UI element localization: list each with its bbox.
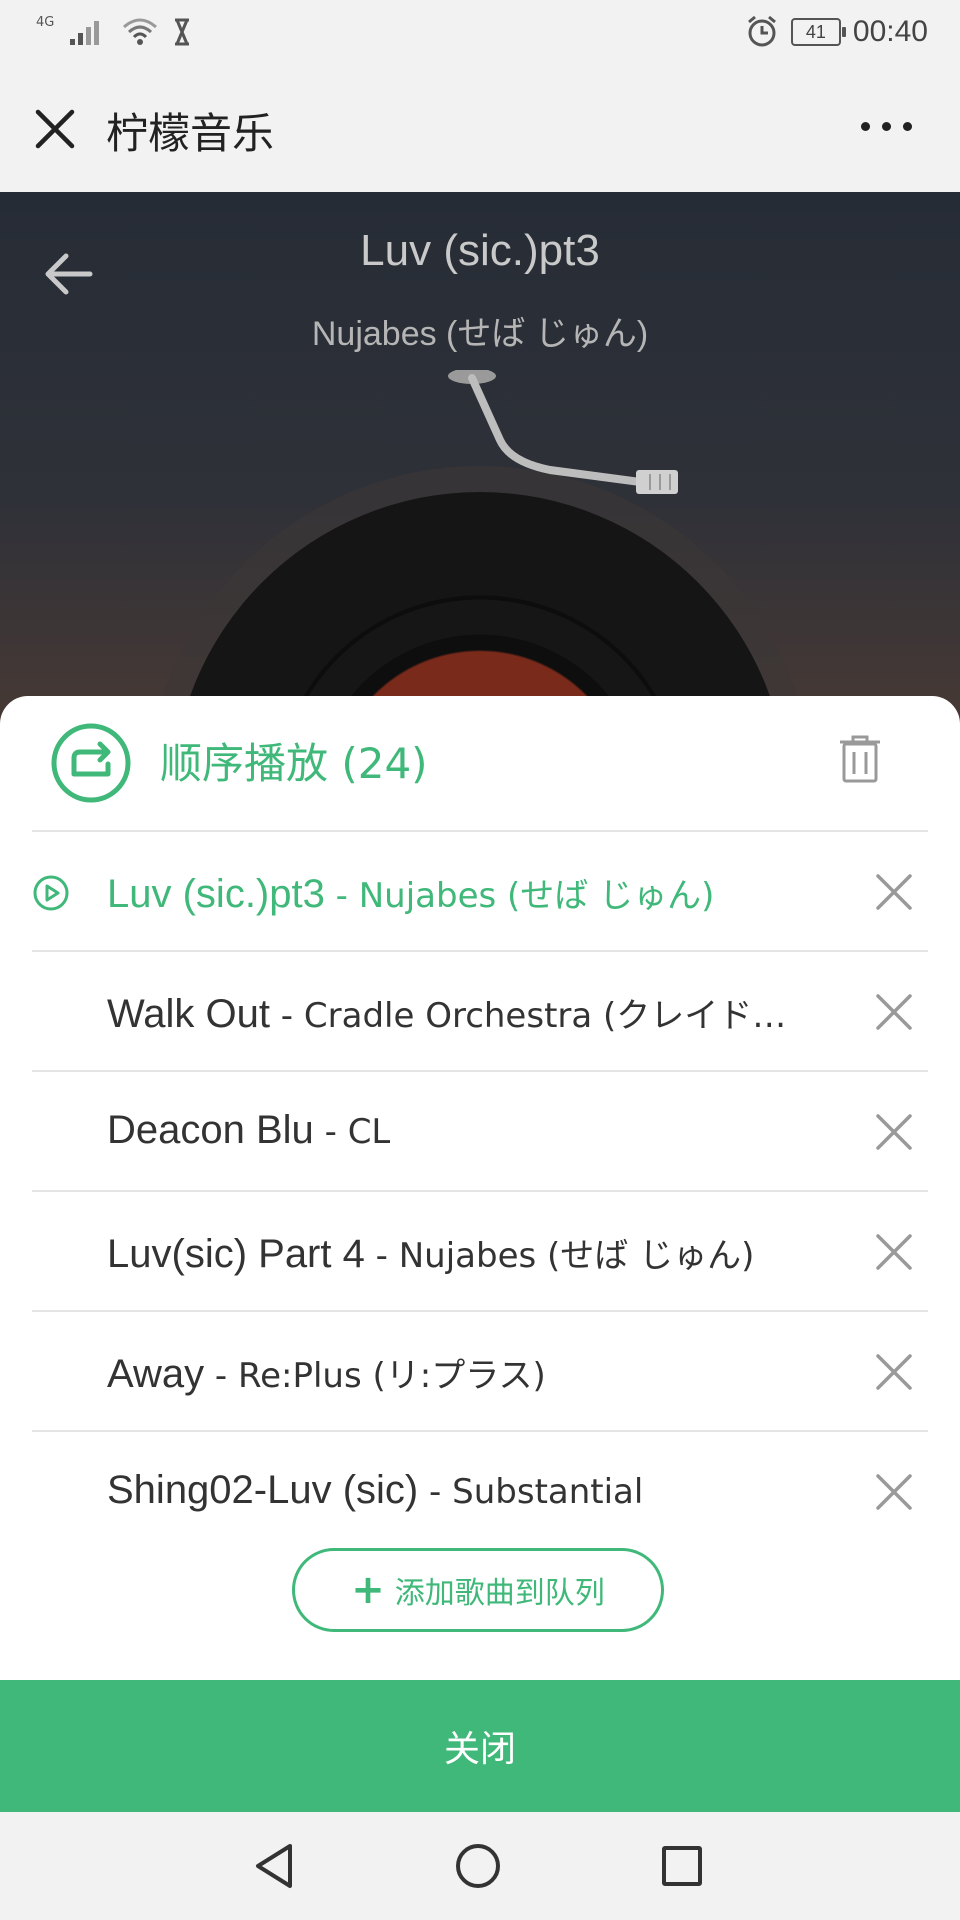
player-area: Luv (sic.)pt3 Nujabes (せば じゅん) (0, 192, 960, 752)
alarm-icon (747, 15, 776, 47)
playing-indicator-icon (33, 875, 69, 911)
play-queue-sheet: 顺序播放 (24) Luv (sic.)pt3 - Nujabes (せば じゅ… (0, 696, 960, 1680)
queue-item-title: Deacon Blu - CL (107, 1108, 390, 1153)
close-button[interactable]: 关闭 (0, 1680, 960, 1812)
artist-name: Substantial (452, 1472, 644, 1512)
battery-icon: 41 (790, 18, 846, 46)
add-to-queue-label: 添加歌曲到队列 (394, 1576, 605, 1611)
separator: - (418, 1472, 453, 1512)
nav-recent-icon[interactable] (662, 1846, 702, 1886)
play-mode-label[interactable]: 顺序播放 (24) (160, 730, 428, 791)
queue-item[interactable]: Walk Out - Cradle Orchestra (クレイド… (0, 952, 960, 1070)
artist-name: Re:Plus (リ:プラス) (237, 1356, 546, 1396)
trash-icon[interactable] (838, 734, 882, 784)
nav-back-icon[interactable] (254, 1842, 294, 1890)
artist-name: Nujabes (せば じゅん) (358, 876, 715, 916)
app-title: 柠檬音乐 (106, 109, 275, 158)
add-to-queue-button[interactable]: + 添加歌曲到队列 (292, 1548, 664, 1632)
song-name: Walk Out (107, 992, 270, 1036)
queue-item-title: Luv (sic.)pt3 - Nujabes (せば じゅん) (107, 868, 714, 917)
now-playing-title: Luv (sic.)pt3 (360, 226, 600, 275)
queue-item-title: Away - Re:Plus (リ:プラス) (107, 1348, 546, 1397)
clock-time: 00:40 (852, 15, 928, 48)
artist-name: Cradle Orchestra (クレイド… (303, 996, 787, 1036)
network-type: 4G (36, 14, 55, 30)
system-nav-bar (0, 1812, 960, 1920)
queue-item[interactable]: Luv (sic.)pt3 - Nujabes (せば じゅん) (0, 832, 960, 950)
remove-icon[interactable] (874, 1232, 914, 1272)
queue-item-title: Luv(sic) Part 4 - Nujabes (せば じゅん) (107, 1228, 754, 1277)
status-right: 41 00:40 (745, 12, 928, 52)
song-name: Luv (sic.)pt3 (107, 872, 325, 916)
queue-item[interactable]: Away - Re:Plus (リ:プラス) (0, 1312, 960, 1430)
tonearm-icon (448, 370, 678, 494)
remove-icon[interactable] (874, 872, 914, 912)
song-name: Luv(sic) Part 4 (107, 1232, 365, 1276)
queue-item[interactable]: Deacon Blu - CL (0, 1072, 960, 1190)
app-bar: 柠檬音乐 (0, 64, 960, 192)
separator: - (364, 1236, 399, 1276)
sequential-play-icon[interactable] (50, 722, 132, 804)
close-icon[interactable] (30, 104, 80, 154)
nav-home-icon[interactable] (456, 1844, 500, 1888)
signal-icon (70, 21, 100, 45)
remove-icon[interactable] (874, 1352, 914, 1392)
queue-item[interactable]: Shing02-Luv (sic) - Substantial (0, 1432, 960, 1550)
song-name: Deacon Blu (107, 1108, 314, 1152)
hourglass-icon (175, 18, 190, 46)
separator: - (324, 876, 359, 916)
status-left: 4G (36, 14, 192, 50)
remove-icon[interactable] (874, 1472, 914, 1512)
more-icon[interactable] (861, 122, 912, 131)
remove-icon[interactable] (874, 1112, 914, 1152)
now-playing-artist: Nujabes (せば じゅん) (311, 315, 649, 353)
song-name: Shing02-Luv (sic) (107, 1468, 419, 1512)
queue-header: 顺序播放 (24) (0, 696, 960, 830)
queue-item-title: Walk Out - Cradle Orchestra (クレイド… (107, 988, 786, 1037)
wifi-icon (123, 18, 158, 45)
plus-icon: + (351, 1567, 385, 1613)
remove-icon[interactable] (874, 992, 914, 1032)
status-bar: 4G 41 00:40 (0, 0, 960, 64)
song-name: Away (107, 1352, 205, 1396)
queue-item[interactable]: Luv(sic) Part 4 - Nujabes (せば じゅん) (0, 1192, 960, 1310)
separator: - (204, 1356, 238, 1396)
queue-item-title: Shing02-Luv (sic) - Substantial (107, 1468, 643, 1513)
artist-name: Nujabes (せば じゅん) (398, 1236, 755, 1276)
separator: - (313, 1112, 348, 1152)
artist-name: CL (347, 1112, 391, 1152)
separator: - (270, 996, 304, 1036)
